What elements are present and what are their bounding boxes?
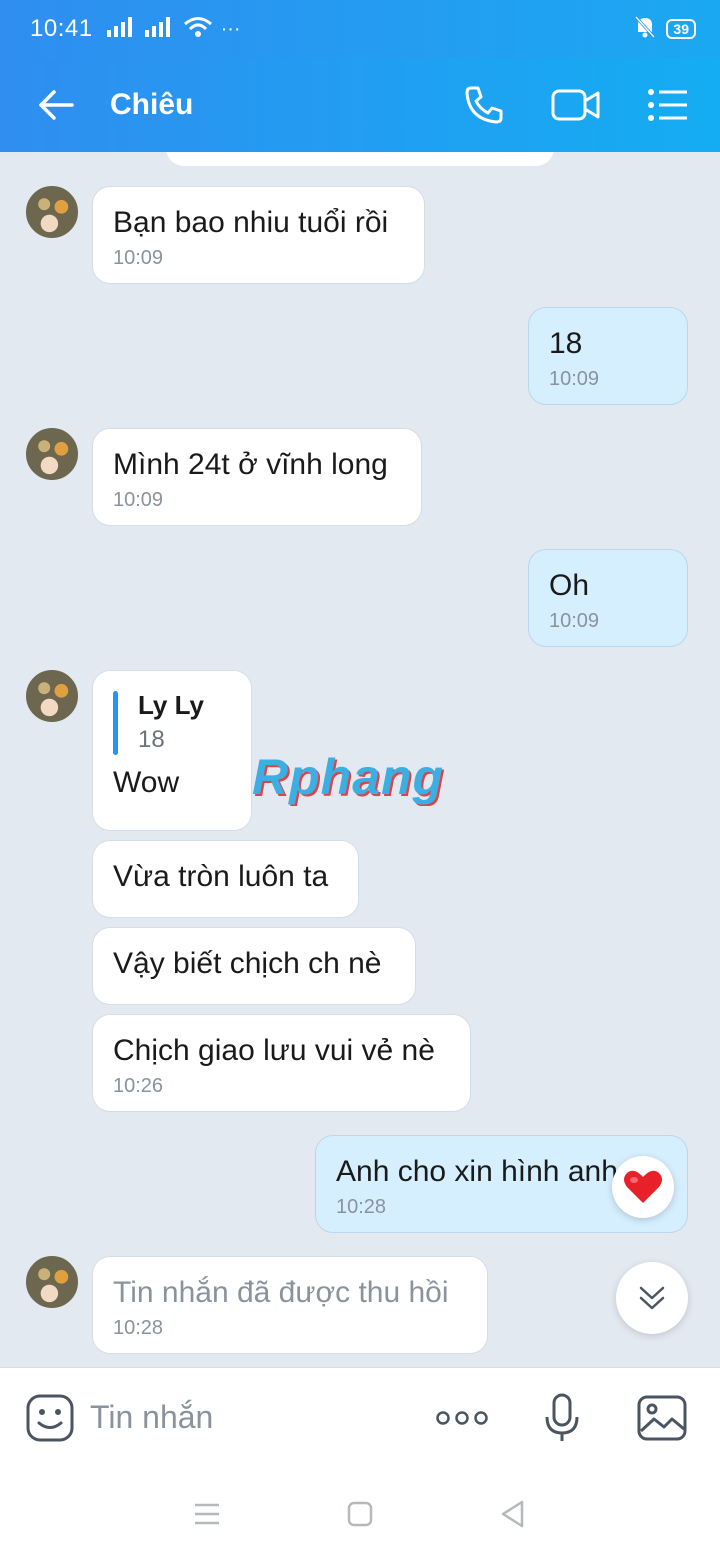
- previous-message-edge: [166, 152, 554, 166]
- image-picker-button[interactable]: [632, 1388, 692, 1448]
- message-time: 10:09: [549, 368, 600, 390]
- image-icon: [637, 1395, 687, 1440]
- more-dots-icon: [436, 1410, 488, 1425]
- message-text: Tin nhắn đã được thu hồi: [113, 1276, 449, 1309]
- message-time: 10:26: [113, 1075, 164, 1097]
- message-bubble-incoming[interactable]: Chịch giao lưu vui vẻ nè 10:26: [92, 1014, 471, 1112]
- reply-message-bubble[interactable]: Ly Ly 18 Wow: [92, 670, 252, 831]
- back-button[interactable]: [26, 75, 86, 135]
- wifi-icon: [183, 16, 213, 43]
- more-status-icon: ···: [220, 17, 241, 40]
- avatar[interactable]: [24, 668, 80, 724]
- signal-icon: [106, 16, 137, 42]
- video-camera-icon: [551, 89, 600, 121]
- message-bubble-incoming[interactable]: Vừa tròn luôn ta: [92, 840, 359, 918]
- chat-header: Chiêu: [0, 58, 720, 152]
- menu-button[interactable]: [638, 75, 698, 135]
- message-input[interactable]: [90, 1399, 410, 1436]
- quote-bar: [113, 691, 118, 755]
- hamburger-icon: [194, 1503, 219, 1524]
- message-time: 10:09: [549, 610, 600, 632]
- scroll-to-bottom-button[interactable]: [616, 1262, 688, 1334]
- message-time: 10:28: [113, 1317, 164, 1339]
- message-bubble-incoming[interactable]: Vậy biết chịch ch nè: [92, 927, 416, 1005]
- message-text: Chịch giao lưu vui vẻ nè: [113, 1034, 435, 1067]
- chat-area[interactable]: Bạn bao nhiu tuổi rồi 10:09 18 10:09 Mìn…: [0, 152, 720, 1367]
- nav-menu-button[interactable]: [177, 1484, 237, 1544]
- avatar[interactable]: [24, 1254, 80, 1310]
- nav-home-button[interactable]: [330, 1484, 390, 1544]
- message-bubble-outgoing[interactable]: 18 10:09: [528, 307, 688, 405]
- video-call-button[interactable]: [546, 75, 606, 135]
- message-bubble-incoming[interactable]: Bạn bao nhiu tuổi rồi 10:09: [92, 186, 425, 284]
- message-bubble-outgoing[interactable]: Oh 10:09: [528, 549, 688, 647]
- phone-icon: [465, 86, 503, 124]
- heart-reaction-button[interactable]: [612, 1156, 674, 1218]
- home-square-icon: [347, 1501, 373, 1526]
- back-triangle-icon: [502, 1500, 524, 1527]
- call-button[interactable]: [454, 75, 514, 135]
- message-text: Vừa tròn luôn ta: [113, 860, 329, 893]
- system-nav-bar: [0, 1467, 720, 1560]
- quoted-message[interactable]: Ly Ly 18: [113, 687, 231, 757]
- message-time: 10:09: [113, 247, 164, 269]
- message-text: Oh: [549, 569, 590, 602]
- avatar[interactable]: [24, 184, 80, 240]
- message-bubble-incoming[interactable]: Mình 24t ở vĩnh long 10:09: [92, 428, 422, 526]
- message-time: 10:09: [113, 489, 164, 511]
- avatar[interactable]: [24, 426, 80, 482]
- sticker-button[interactable]: [20, 1388, 80, 1448]
- message-input-bar: [0, 1367, 720, 1467]
- signal-icon-2: [144, 16, 175, 42]
- message-text: 18: [549, 327, 583, 360]
- quote-author: Ly Ly: [138, 690, 204, 720]
- status-time: 10:41: [30, 15, 93, 42]
- list-menu-icon: [648, 89, 687, 121]
- mute-bell-icon: [634, 15, 656, 44]
- quote-text: 18: [138, 726, 165, 753]
- back-arrow-icon: [39, 90, 74, 120]
- watermark: Rphang: [252, 749, 445, 805]
- message-text: Wow: [113, 766, 180, 799]
- recalled-message-bubble[interactable]: Tin nhắn đã được thu hồi 10:28: [92, 1256, 488, 1354]
- message-text: Mình 24t ở vĩnh long: [113, 448, 388, 481]
- nav-back-button[interactable]: [483, 1484, 543, 1544]
- double-chevron-down-icon: [639, 1286, 665, 1310]
- heart-icon: [624, 1170, 662, 1203]
- microphone-icon: [545, 1393, 579, 1441]
- contact-name[interactable]: Chiêu: [110, 88, 193, 122]
- message-text: Vậy biết chịch ch nè: [113, 947, 382, 980]
- more-options-button[interactable]: [432, 1388, 492, 1448]
- battery-icon: 39: [666, 19, 696, 39]
- status-bar: 10:41 ··· 39: [0, 0, 720, 58]
- voice-record-button[interactable]: [532, 1388, 592, 1448]
- emoji-icon: [26, 1394, 74, 1441]
- message-text: Bạn bao nhiu tuổi rồi: [113, 206, 389, 239]
